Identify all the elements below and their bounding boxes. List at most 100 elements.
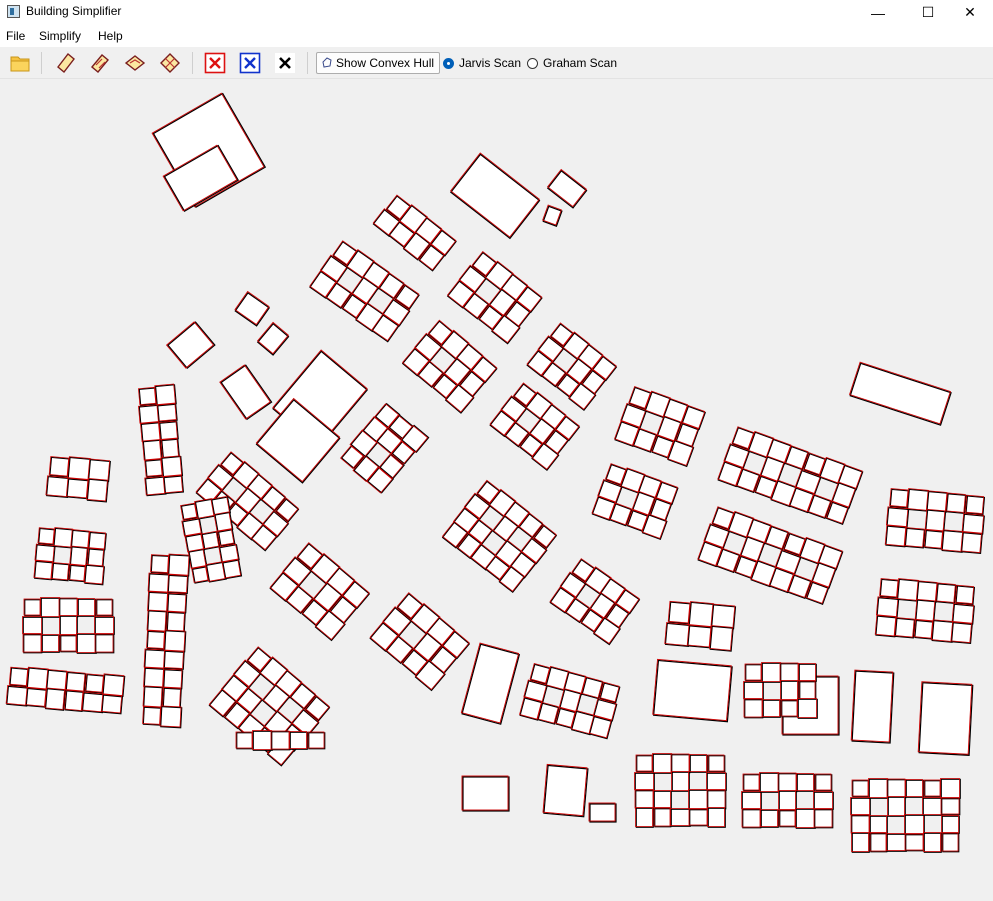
building-outline (797, 698, 818, 719)
building-outline (852, 780, 870, 798)
menu-file[interactable]: File (6, 29, 25, 43)
building-outline (88, 459, 111, 483)
clear-all-icon[interactable] (273, 51, 297, 75)
building-outline (689, 809, 709, 827)
building-outline (889, 488, 910, 509)
building-outline (869, 815, 888, 834)
building-outline (66, 478, 90, 500)
simplify-wall-average-icon[interactable] (88, 51, 112, 75)
building-outline (64, 690, 85, 712)
building-outline (24, 599, 42, 617)
building-outline (635, 790, 655, 810)
building-outline (166, 611, 186, 633)
building-outline (905, 834, 925, 852)
building-outline (164, 630, 187, 653)
building-outline (941, 815, 960, 834)
building-outline (160, 706, 183, 729)
building-outline (77, 598, 96, 617)
simplify-weighted-bisector-icon[interactable] (158, 51, 182, 75)
building-outline (918, 682, 974, 756)
building-outline (252, 730, 273, 751)
building-outline (161, 455, 184, 478)
building-outline (745, 664, 763, 682)
minimize-button[interactable]: — (855, 0, 901, 25)
map-canvas[interactable] (0, 79, 993, 901)
close-button[interactable]: ✕ (947, 0, 993, 25)
building-outline (51, 562, 71, 582)
building-outline (236, 732, 254, 750)
building-outline (879, 578, 900, 599)
building-outline (142, 439, 163, 462)
building-outline (925, 509, 947, 533)
building-outline (887, 796, 906, 817)
building-outline (887, 779, 907, 799)
app-icon (7, 5, 20, 18)
building-outline (159, 421, 179, 441)
building-outline (668, 601, 692, 625)
building-outline (68, 564, 87, 583)
building-outline (875, 615, 898, 638)
building-outline (941, 530, 965, 553)
building-outline (653, 790, 672, 809)
building-outline (147, 610, 168, 633)
building-outline (924, 780, 942, 798)
building-outline (952, 603, 975, 625)
building-outline (780, 663, 800, 683)
building-outline (778, 773, 798, 793)
building-outline (23, 634, 43, 654)
menu-help[interactable]: Help (98, 29, 123, 43)
building-outline (84, 564, 105, 586)
building-outline (22, 616, 43, 635)
building-outline (46, 476, 70, 499)
building-outline (96, 599, 114, 617)
building-outline (652, 753, 673, 774)
building-outline (76, 633, 97, 654)
open-folder-icon[interactable] (8, 51, 32, 75)
building-outline (59, 598, 79, 618)
radio-graham-scan[interactable]: Graham Scan (527, 56, 617, 70)
building-outline (687, 625, 713, 649)
building-outline (780, 680, 799, 701)
building-outline (945, 493, 967, 514)
building-outline (778, 790, 797, 811)
simplify-minimum-rectangle-icon[interactable] (54, 51, 78, 75)
building-outline (815, 774, 833, 792)
building-outline (741, 791, 762, 810)
menu-simplify[interactable]: Simplify (39, 29, 81, 43)
building-outline (940, 778, 961, 799)
building-outline (308, 732, 326, 750)
building-outline (962, 513, 985, 535)
building-outline (148, 573, 171, 594)
building-outline (144, 459, 164, 478)
maximize-button[interactable]: ☐ (905, 0, 951, 25)
building-outline (147, 591, 169, 613)
clear-red-icon[interactable] (203, 51, 227, 75)
building-outline (799, 681, 817, 701)
building-outline (60, 635, 78, 653)
radio-jarvis-scan[interactable]: Jarvis Scan (443, 56, 521, 70)
toolbar: Show Convex Hull Jarvis Scan Graham Scan (0, 48, 993, 79)
building-outline (144, 649, 167, 670)
building-outline (876, 597, 900, 618)
building-outline (961, 532, 983, 554)
building-outline (955, 585, 976, 606)
building-outline (897, 578, 920, 602)
building-outline (743, 774, 761, 792)
building-outline (851, 815, 871, 835)
building-outline (635, 807, 654, 828)
building-outline (49, 456, 71, 478)
clear-blue-icon[interactable] (238, 51, 262, 75)
building-outline (142, 706, 162, 726)
building-outline (289, 731, 308, 750)
building-outline (759, 772, 780, 793)
show-convex-hull-button[interactable]: Show Convex Hull (316, 52, 441, 74)
simplify-longest-edge-icon[interactable] (123, 51, 147, 75)
building-outline (653, 659, 733, 723)
window-title: Building Simplifier (26, 4, 122, 18)
building-outline (88, 531, 107, 551)
building-outline (904, 527, 926, 549)
building-outline (671, 754, 691, 774)
building-layer (5, 92, 986, 853)
building-outline (711, 604, 737, 630)
building-outline (634, 772, 655, 791)
